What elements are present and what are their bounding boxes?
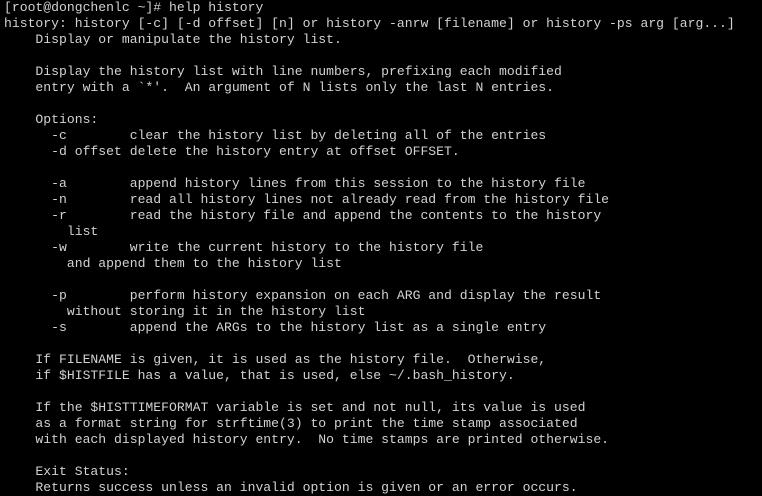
output-line: entry with a `*'. An argument of N lists…: [4, 80, 555, 95]
output-line: Options:: [4, 112, 99, 127]
output-line: if $HISTFILE has a value, that is used, …: [4, 368, 515, 383]
output-line: Display the history list with line numbe…: [4, 64, 562, 79]
output-line: -c clear the history list by deleting al…: [4, 128, 547, 143]
output-line: -s append the ARGs to the history list a…: [4, 320, 547, 335]
output-line: without storing it in the history list: [4, 304, 366, 319]
output-line: Display or manipulate the history list.: [4, 32, 342, 47]
output-line: as a format string for strftime(3) to pr…: [4, 416, 578, 431]
output-line: -a append history lines from this sessio…: [4, 176, 586, 191]
output-line: -r read the history file and append the …: [4, 208, 602, 223]
output-line: list: [4, 224, 99, 239]
output-line: with each displayed history entry. No ti…: [4, 432, 610, 447]
shell-prompt: [root@dongchenlc ~]#: [4, 0, 170, 15]
output-line: If the $HISTTIMEFORMAT variable is set a…: [4, 400, 586, 415]
output-line: Returns success unless an invalid option…: [4, 480, 578, 495]
output-line: Exit Status:: [4, 464, 130, 479]
terminal-window[interactable]: [root@dongchenlc ~]# help history histor…: [0, 0, 762, 495]
command-prompt-line: [root@dongchenlc ~]# help history: [4, 0, 762, 16]
output-line: -p perform history expansion on each ARG…: [4, 288, 602, 303]
output-line: If FILENAME is given, it is used as the …: [4, 352, 547, 367]
output-line: and append them to the history list: [4, 256, 342, 271]
typed-command: help history: [169, 0, 264, 15]
output-line: -d offset delete the history entry at of…: [4, 144, 460, 159]
output-line: -w write the current history to the hist…: [4, 240, 484, 255]
output-line: history: history [-c] [-d offset] [n] or…: [4, 16, 735, 31]
output-line: -n read all history lines not already re…: [4, 192, 610, 207]
